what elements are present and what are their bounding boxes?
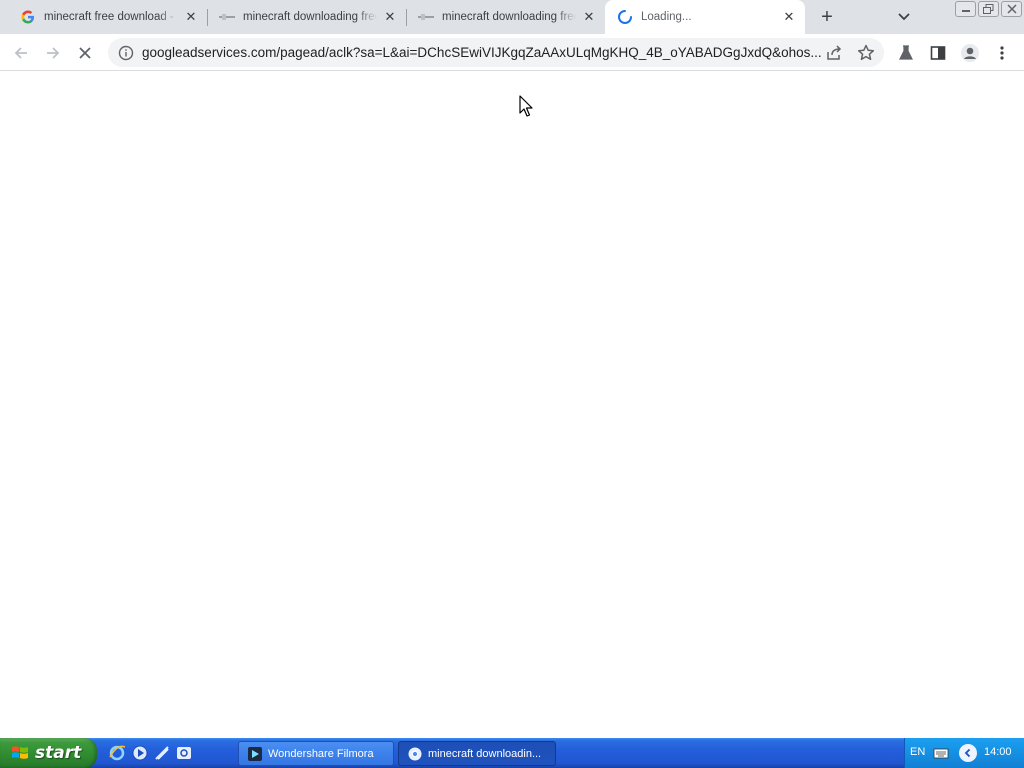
task-label: Wondershare Filmora (268, 747, 374, 760)
tab-loading-active[interactable]: Loading... ✕ (605, 0, 805, 34)
windows-flag-icon (10, 743, 30, 763)
internet-explorer-icon[interactable] (108, 744, 126, 762)
tab-title: Loading... (641, 11, 692, 23)
tab-close-icon[interactable]: ✕ (382, 9, 398, 25)
restore-button[interactable] (978, 1, 999, 17)
bookmark-star-icon[interactable] (856, 43, 876, 63)
close-window-button[interactable] (1001, 1, 1022, 17)
clock[interactable]: 14:00 (984, 746, 1012, 758)
site-info-icon[interactable] (118, 45, 134, 61)
google-g-icon (20, 9, 36, 25)
show-hidden-icons-chevron-icon[interactable] (959, 744, 977, 762)
system-tray: EN 14:00 (904, 738, 1024, 768)
messenger-icon[interactable] (153, 744, 171, 762)
share-icon[interactable] (824, 43, 844, 63)
forward-arrow-icon[interactable] (41, 41, 65, 65)
minimize-button[interactable] (955, 1, 976, 17)
tab-close-icon[interactable]: ✕ (183, 9, 199, 25)
windows-taskbar: start Wondershare Filmora minecraft down… (0, 738, 1024, 768)
page-content-blank (0, 71, 1024, 738)
new-tab-button[interactable]: + (815, 5, 839, 29)
start-label: start (35, 743, 82, 763)
outlook-icon[interactable] (175, 744, 193, 762)
menu-kebab-icon[interactable] (990, 41, 1014, 65)
tab-minecraft-2[interactable]: minecraft downloading free ✕ (398, 0, 605, 34)
tab-title: minecraft downloading free (243, 11, 377, 23)
task-chrome[interactable]: minecraft downloadin... (398, 741, 556, 766)
site-icon (219, 9, 235, 25)
tab-close-icon[interactable]: ✕ (581, 9, 597, 25)
url-text[interactable]: googleadservices.com/pagead/aclk?sa=L&ai… (142, 45, 822, 60)
filmora-icon (247, 746, 263, 762)
task-filmora[interactable]: Wondershare Filmora (238, 741, 394, 766)
window-controls (955, 1, 1022, 17)
tab-title: minecraft downloading free (442, 11, 576, 23)
tab-google-search[interactable]: minecraft free download - Google Search … (0, 0, 207, 34)
tab-search-chevron-icon[interactable] (893, 7, 915, 27)
tab-title: minecraft free download - Google Search (44, 11, 178, 23)
back-arrow-icon[interactable] (9, 41, 33, 65)
tab-close-icon[interactable]: ✕ (781, 9, 797, 25)
tab-strip: minecraft free download - Google Search … (0, 0, 1024, 34)
side-panel-icon[interactable] (926, 41, 950, 65)
mouse-cursor-icon (519, 95, 535, 119)
language-indicator[interactable]: EN (910, 746, 925, 758)
keyboard-icon[interactable] (933, 746, 949, 760)
tab-minecraft-1[interactable]: minecraft downloading free ✕ (199, 0, 406, 34)
browser-toolbar: googleadservices.com/pagead/aclk?sa=L&ai… (0, 34, 1024, 71)
chrome-icon (407, 746, 423, 762)
start-button[interactable]: start (0, 738, 97, 768)
labs-flask-icon[interactable] (894, 41, 918, 65)
media-player-icon[interactable] (131, 744, 149, 762)
task-label: minecraft downloadin... (428, 747, 542, 760)
stop-loading-icon[interactable] (73, 41, 97, 65)
address-bar[interactable]: googleadservices.com/pagead/aclk?sa=L&ai… (108, 38, 884, 67)
loading-spinner-icon (617, 9, 633, 25)
site-icon (418, 9, 434, 25)
profile-avatar-icon[interactable] (958, 41, 982, 65)
